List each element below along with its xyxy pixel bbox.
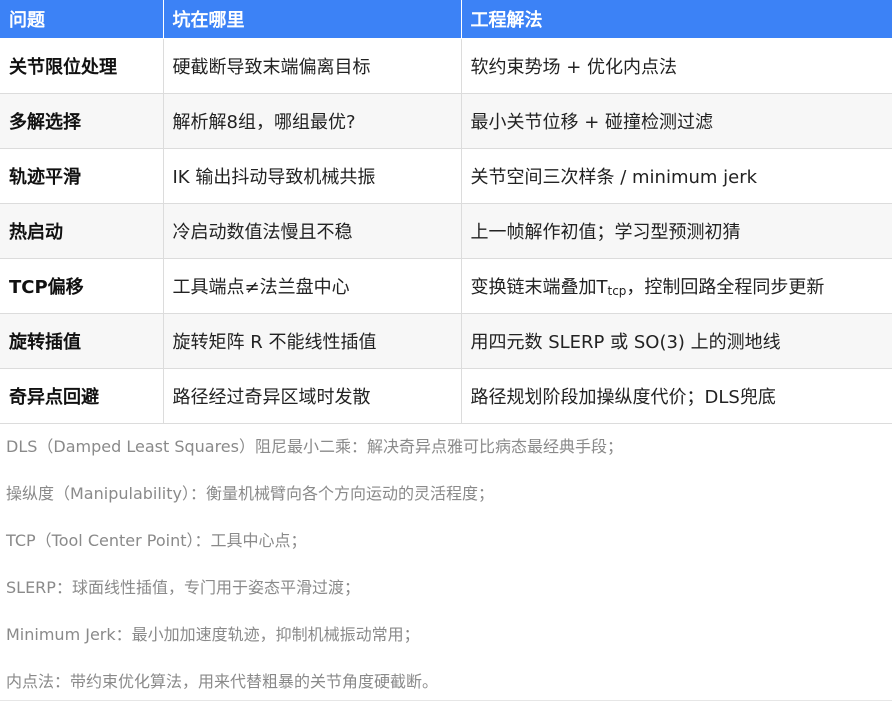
note-tcp: TCP（Tool Center Point）：工具中心点； xyxy=(6,531,307,550)
solution-text-pre: 变换链末端叠加T xyxy=(470,276,608,298)
table-row: 关节限位处理 硬截断导致末端偏离目标 软约束势场 + 优化内点法 xyxy=(0,37,892,94)
table-row: 轨迹平滑 IK 输出抖动导致机械共振 关节空间三次样条 / minimum je… xyxy=(0,147,892,204)
cell-solution: 最小关节位移 + 碰撞检测过滤 xyxy=(460,92,892,149)
glossary-notes: DLS（Damped Least Squares）阻尼最小二乘：解决奇异点雅可比… xyxy=(0,423,892,701)
cell-problem: 关节限位处理 xyxy=(0,37,164,94)
cell-problem: 轨迹平滑 xyxy=(0,147,164,204)
solution-subscript: tcp xyxy=(607,283,627,298)
header-pitfall: 坑在哪里 xyxy=(162,0,462,39)
note-minimum-jerk: Minimum Jerk：最小加加速度轨迹，抑制机械振动常用； xyxy=(6,625,420,644)
note-interior-point: 内点法：带约束优化算法，用来代替粗暴的关节角度硬截断。 xyxy=(6,672,439,691)
cell-solution: 软约束势场 + 优化内点法 xyxy=(460,37,892,94)
cell-solution: 路径规划阶段加操纵度代价；DLS兜底 xyxy=(460,367,892,424)
note-manipulability: 操纵度（Manipulability）：衡量机械臂向各个方向运动的灵活程度； xyxy=(6,484,494,503)
note-slerp: SLERP：球面线性插值，专门用于姿态平滑过渡； xyxy=(6,578,360,597)
cell-pitfall: 路径经过奇异区域时发散 xyxy=(162,367,462,424)
cell-problem: 热启动 xyxy=(0,202,164,259)
cell-pitfall: 硬截断导致末端偏离目标 xyxy=(162,37,462,94)
solution-text-post: ，控制回路全程同步更新 xyxy=(626,276,825,298)
header-problem: 问题 xyxy=(0,0,164,39)
cell-solution: 变换链末端叠加Ttcp，控制回路全程同步更新 xyxy=(460,257,892,314)
cell-pitfall: IK 输出抖动导致机械共振 xyxy=(162,147,462,204)
table-header: 问题 坑在哪里 工程解法 xyxy=(0,0,892,39)
cell-problem: 旋转插值 xyxy=(0,312,164,369)
cell-pitfall: 旋转矩阵 R 不能线性插值 xyxy=(162,312,462,369)
header-solution: 工程解法 xyxy=(460,0,892,39)
cell-problem: TCP偏移 xyxy=(0,257,164,314)
note-dls: DLS（Damped Least Squares）阻尼最小二乘：解决奇异点雅可比… xyxy=(6,437,623,456)
cell-problem: 奇异点回避 xyxy=(0,367,164,424)
cell-solution: 用四元数 SLERP 或 SO(3) 上的测地线 xyxy=(460,312,892,369)
cell-problem: 多解选择 xyxy=(0,92,164,149)
table-row: 多解选择 解析解8组，哪组最优? 最小关节位移 + 碰撞检测过滤 xyxy=(0,92,892,149)
table-row: 奇异点回避 路径经过奇异区域时发散 路径规划阶段加操纵度代价；DLS兜底 xyxy=(0,367,892,424)
cell-pitfall: 解析解8组，哪组最优? xyxy=(162,92,462,149)
table-row: TCP偏移 工具端点≠法兰盘中心 变换链末端叠加Ttcp，控制回路全程同步更新 xyxy=(0,257,892,314)
header-row: 问题 坑在哪里 工程解法 xyxy=(0,0,892,39)
cell-solution: 关节空间三次样条 / minimum jerk xyxy=(460,147,892,204)
table-row: 旋转插值 旋转矩阵 R 不能线性插值 用四元数 SLERP 或 SO(3) 上的… xyxy=(0,312,892,369)
table-body: 关节限位处理 硬截断导致末端偏离目标 软约束势场 + 优化内点法 多解选择 解析… xyxy=(0,37,892,424)
table-row: 热启动 冷启动数值法慢且不稳 上一帧解作初值；学习型预测初猜 xyxy=(0,202,892,259)
cell-solution: 上一帧解作初值；学习型预测初猜 xyxy=(460,202,892,259)
comparison-table: 问题 坑在哪里 工程解法 关节限位处理 硬截断导致末端偏离目标 软约束势场 + … xyxy=(0,0,892,424)
cell-pitfall: 冷启动数值法慢且不稳 xyxy=(162,202,462,259)
cell-pitfall: 工具端点≠法兰盘中心 xyxy=(162,257,462,314)
